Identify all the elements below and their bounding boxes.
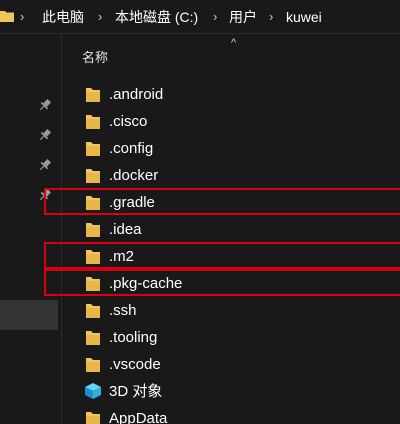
file-name: .idea (109, 221, 142, 238)
pin-icon[interactable] (37, 157, 53, 173)
list-item[interactable]: .pkg-cache (82, 272, 400, 296)
folder-icon (86, 169, 100, 183)
list-item[interactable]: .m2 (82, 245, 400, 269)
folder-icon (86, 250, 100, 264)
list-item[interactable]: .config (82, 137, 400, 161)
breadcrumb-separator[interactable]: › (269, 8, 273, 26)
pin-icon[interactable] (37, 97, 53, 113)
list-item[interactable]: AppData (82, 407, 400, 424)
file-name: .m2 (109, 248, 135, 265)
list-item[interactable]: .android (82, 83, 400, 107)
folder-icon (86, 412, 100, 424)
folder-icon (86, 88, 100, 102)
list-item[interactable]: .ssh (82, 299, 400, 323)
pin-icon[interactable] (37, 187, 53, 203)
file-name: AppData (109, 410, 168, 424)
address-bar[interactable]: › 此电脑 › 本地磁盘 (C:) › 用户 › kuwei (0, 0, 400, 34)
3d-objects-icon (85, 383, 101, 399)
list-item[interactable]: .idea (82, 218, 400, 242)
file-name: .gradle (109, 194, 155, 211)
breadcrumb-this-pc[interactable]: 此电脑 (42, 8, 84, 26)
file-name: .config (109, 140, 154, 157)
breadcrumb-separator[interactable]: › (98, 8, 102, 26)
list-item[interactable]: .tooling (82, 326, 400, 350)
name-column-header[interactable]: 名称 (82, 47, 108, 66)
file-name: .android (109, 86, 164, 103)
folder-icon (86, 277, 100, 291)
breadcrumb-local-disk[interactable]: 本地磁盘 (C:) (115, 8, 198, 26)
folder-icon (0, 11, 14, 22)
list-item[interactable]: .cisco (82, 110, 400, 134)
folder-icon (86, 358, 100, 372)
file-list[interactable]: ^ 名称 .android .cisco .config .docker .gr… (62, 34, 400, 424)
file-name: .pkg-cache (109, 275, 183, 292)
list-item[interactable]: .vscode (82, 353, 400, 377)
file-name: .cisco (109, 113, 148, 130)
sidebar-selected-item[interactable] (0, 300, 58, 330)
list-item[interactable]: 3D 对象 (82, 380, 400, 404)
folder-icon (86, 115, 100, 129)
file-name: .docker (109, 167, 159, 184)
pin-icon[interactable] (37, 127, 53, 143)
breadcrumb-separator[interactable]: › (20, 8, 24, 26)
breadcrumb-separator[interactable]: › (213, 8, 217, 26)
folder-icon (86, 304, 100, 318)
list-item[interactable]: .gradle (82, 191, 400, 215)
file-name: .vscode (109, 356, 161, 373)
folder-icon (86, 196, 100, 210)
breadcrumb-kuwei[interactable]: kuwei (286, 8, 322, 26)
navigation-pane[interactable] (0, 34, 62, 424)
file-name: .tooling (109, 329, 158, 346)
folder-icon (86, 142, 100, 156)
breadcrumb-users[interactable]: 用户 (229, 8, 257, 26)
sort-ascending-icon[interactable]: ^ (231, 37, 236, 49)
file-name: .ssh (109, 302, 137, 319)
list-item[interactable]: .docker (82, 164, 400, 188)
folder-icon (86, 223, 100, 237)
folder-icon (86, 331, 100, 345)
file-name: 3D 对象 (109, 383, 163, 400)
